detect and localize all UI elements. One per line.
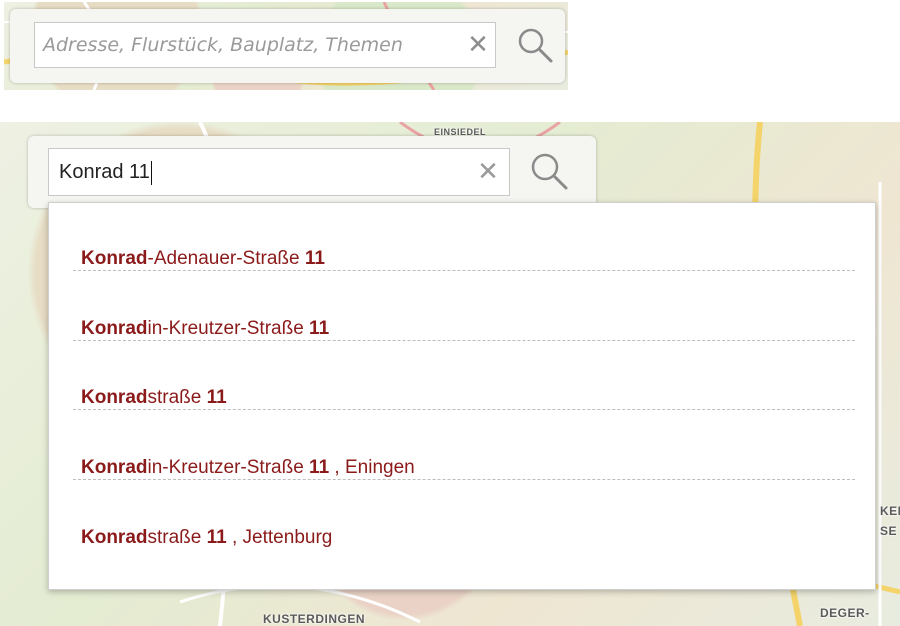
map-label-kusterdingen: KUSTERDINGEN (263, 612, 366, 626)
search-button[interactable] (528, 150, 570, 192)
suggestion-match: Konrad (81, 318, 148, 339)
separator-gap (0, 92, 900, 122)
suggestion-rest: -Adenauer-Straße (147, 248, 305, 269)
suggestion-match: Konrad (81, 457, 148, 478)
search-input-placeholder[interactable]: Adresse, Flurstück, Bauplatz, Themen (34, 22, 496, 68)
suggestion-rest: straße (147, 527, 207, 548)
text-caret (150, 160, 152, 185)
suggestion-item[interactable]: Konradstraße 11 (73, 342, 855, 410)
clear-icon[interactable]: ✕ (466, 31, 490, 57)
magnifier-icon (531, 153, 568, 190)
suggestion-rest: straße (147, 387, 207, 408)
search-input[interactable]: Konrad 11 (48, 148, 510, 196)
magnifier-icon (518, 28, 553, 63)
suggestion-number: 11 (309, 457, 330, 478)
suggestion-match: Konrad (81, 527, 148, 548)
suggestion-rest: in-Kreutzer-Straße (147, 457, 310, 478)
search-button[interactable] (515, 25, 555, 65)
suggestion-item[interactable]: Konradstraße 11 , Jettenburg (73, 482, 855, 550)
suggestion-divider (73, 270, 855, 271)
search-widget-bottom: Konrad 11 ✕ (28, 136, 596, 208)
suggestion-number: 11 (309, 318, 330, 339)
search-widget-top: Adresse, Flurstück, Bauplatz, Themen ✕ (10, 9, 565, 83)
map-label-fragment-1: KEN (880, 504, 900, 518)
suggestion-number: 11 (304, 248, 325, 269)
suggestion-match: Konrad (81, 387, 148, 408)
suggestion-suffix: , Eningen (329, 457, 415, 478)
suggestion-suffix: , Jettenburg (226, 527, 333, 548)
suggestion-divider (73, 479, 855, 480)
suggestion-divider (73, 409, 855, 410)
suggestion-match: Konrad (81, 248, 148, 269)
map-label-deger: DEGER- (820, 606, 870, 620)
map-label-fragment-2: SE (880, 524, 898, 538)
suggestion-item[interactable]: Konradin-Kreutzer-Straße 11 , Eningen (73, 412, 855, 480)
suggestions-dropdown: Konrad-Adenauer-Straße 11 Konradin-Kreut… (48, 202, 876, 590)
suggestion-number: 11 (206, 387, 227, 408)
clear-icon[interactable]: ✕ (476, 158, 500, 184)
suggestion-divider (73, 340, 855, 341)
suggestion-item[interactable]: Konrad-Adenauer-Straße 11 (73, 203, 855, 271)
suggestion-number: 11 (206, 527, 227, 548)
suggestion-item[interactable]: Konradin-Kreutzer-Straße 11 (73, 273, 855, 341)
search-input-value: Konrad 11 (59, 161, 150, 183)
suggestion-rest: in-Kreutzer-Straße (147, 318, 310, 339)
